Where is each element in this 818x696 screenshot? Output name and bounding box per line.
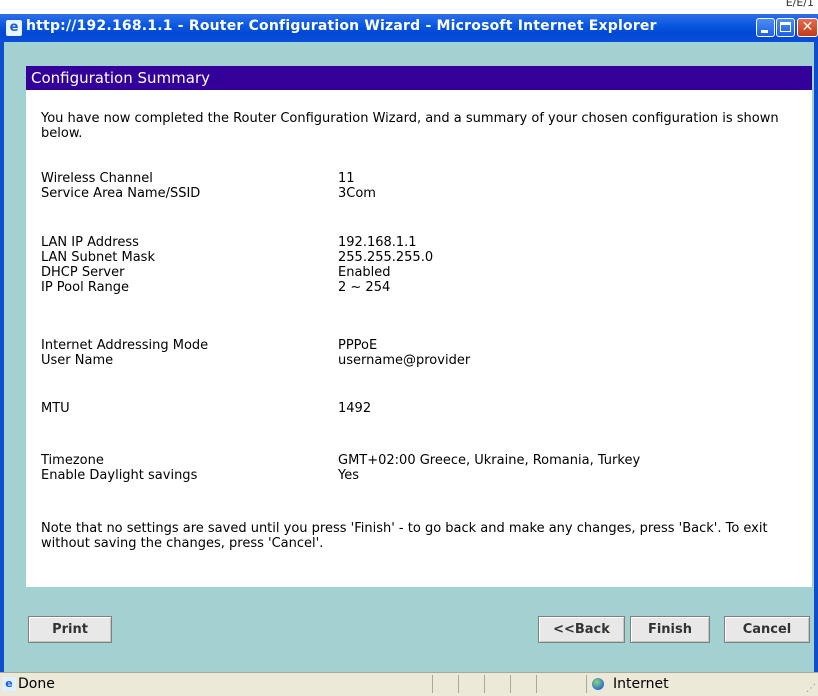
configuration-summary-panel: Configuration Summary You have now compl…	[26, 66, 812, 587]
back-button[interactable]: <<Back	[538, 616, 625, 643]
field-value: Yes	[338, 468, 359, 483]
maximize-icon	[780, 22, 791, 32]
field-value: 255.255.255.0	[338, 250, 434, 265]
field-label: Timezone	[41, 453, 104, 468]
print-button[interactable]: Print	[28, 616, 112, 643]
field-label: Enable Daylight savings	[41, 468, 198, 483]
field-value: 192.168.1.1	[338, 235, 417, 250]
maximize-button[interactable]	[776, 18, 795, 37]
field-label: MTU	[41, 401, 70, 416]
field-value: 1492	[338, 401, 372, 416]
field-value: 3Com	[338, 186, 376, 201]
window-title: http://192.168.1.1 - Router Configuratio…	[26, 18, 657, 34]
minimize-button[interactable]	[756, 18, 775, 37]
status-divider	[536, 675, 537, 693]
minimize-icon	[761, 30, 768, 33]
field-label: LAN Subnet Mask	[41, 250, 155, 265]
window-titlebar[interactable]: e http://192.168.1.1 - Router Configurat…	[0, 14, 818, 42]
page-icon: e	[2, 677, 16, 691]
field-value: username@provider	[338, 353, 471, 368]
status-divider	[510, 675, 511, 693]
field-label: IP Pool Range	[41, 280, 130, 295]
note-text: Note that no settings are saved until yo…	[41, 521, 768, 551]
status-divider	[432, 675, 433, 693]
field-value: 2 ~ 254	[338, 280, 391, 295]
panel-header: Configuration Summary	[26, 66, 812, 90]
field-label: Service Area Name/SSID	[41, 186, 201, 201]
status-text: Done	[18, 676, 55, 692]
finish-button[interactable]: Finish	[630, 616, 710, 643]
corner-text: E/E/1	[785, 0, 814, 9]
resize-grip-icon[interactable]: ⋰	[806, 684, 816, 694]
cancel-button[interactable]: Cancel	[724, 616, 810, 643]
close-icon: ✕	[801, 19, 814, 35]
field-label: Wireless Channel	[41, 171, 153, 186]
status-divider	[458, 675, 459, 693]
field-label: User Name	[41, 353, 114, 368]
status-divider	[484, 675, 485, 693]
status-divider	[586, 675, 587, 693]
field-value: Enabled	[338, 265, 391, 280]
field-value: 11	[338, 171, 355, 186]
field-value: PPPoE	[338, 338, 378, 353]
ie-icon: e	[6, 20, 22, 36]
zone-text: Internet	[613, 676, 669, 692]
field-value: GMT+02:00 Greece, Ukraine, Romania, Turk…	[338, 453, 641, 468]
status-bar: e Done Internet ⋰	[0, 672, 818, 696]
field-label: LAN IP Address	[41, 235, 139, 250]
field-label: DHCP Server	[41, 265, 125, 280]
intro-text: You have now completed the Router Config…	[41, 111, 779, 141]
field-label: Internet Addressing Mode	[41, 338, 209, 353]
close-button[interactable]: ✕	[797, 18, 818, 37]
internet-zone-icon	[592, 678, 604, 690]
